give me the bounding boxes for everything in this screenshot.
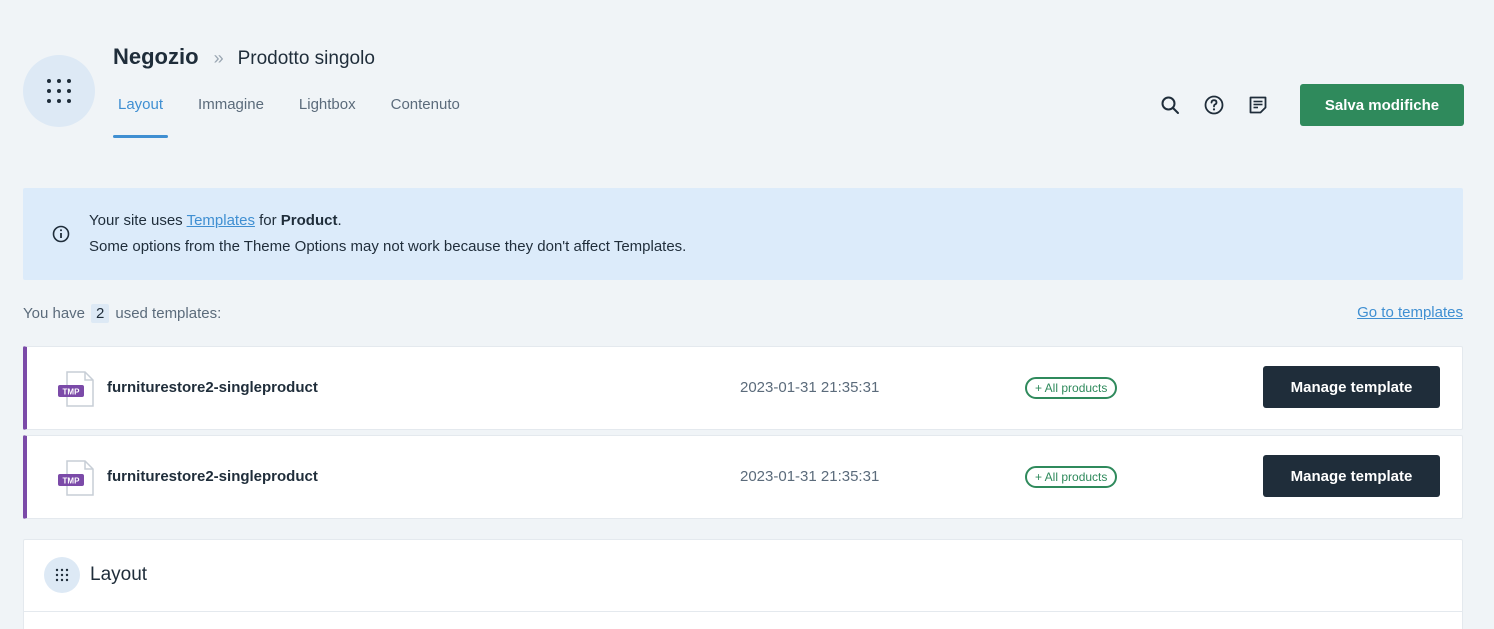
section-divider (24, 611, 1462, 612)
notice-bold-text: Product (280, 212, 338, 229)
notice-text: for (254, 212, 281, 229)
template-row: TMP furniturestore2-singleproduct 2023-0… (23, 435, 1463, 519)
breadcrumb-separator: » (213, 48, 224, 68)
notice-line-1: Your site uses Templates for Product. (89, 212, 342, 229)
template-file-icon: TMP (58, 460, 94, 496)
templates-summary: You have 2 used templates: (23, 304, 221, 323)
grid-dots-icon (55, 568, 69, 582)
go-to-templates-link[interactable]: Go to templates (1357, 304, 1463, 321)
templates-count-badge: 2 (91, 304, 110, 323)
template-date: 2023-01-31 21:35:31 (740, 468, 880, 485)
tab-lightbox[interactable]: Lightbox (294, 92, 361, 138)
template-scope-badge: + All products (1025, 377, 1118, 399)
template-file-badge: TMP (63, 477, 81, 486)
notes-icon[interactable] (1247, 94, 1269, 116)
tab-immagine[interactable]: Immagine (193, 92, 269, 138)
layout-section: Layout (23, 539, 1463, 629)
template-scope-badge: + All products (1025, 466, 1118, 488)
save-button[interactable]: Salva modifiche (1300, 84, 1464, 126)
notice-text: Your site uses (89, 212, 187, 229)
templates-link[interactable]: Templates (187, 212, 255, 229)
notice-text: . (337, 212, 342, 229)
summary-prefix: You have (23, 305, 86, 322)
template-name: furniturestore2-singleproduct (107, 379, 318, 396)
grid-dots-icon (47, 79, 71, 103)
tab-layout[interactable]: Layout (113, 92, 169, 138)
search-icon[interactable] (1159, 94, 1181, 116)
breadcrumb: Negozio » Prodotto singolo (113, 44, 375, 70)
tab-bar: Layout Immagine Lightbox Contenuto (113, 92, 490, 138)
page-title: Prodotto singolo (237, 48, 375, 69)
section-title: Layout (90, 564, 148, 585)
tab-contenuto[interactable]: Contenuto (386, 92, 465, 138)
info-icon (52, 225, 70, 243)
template-date: 2023-01-31 21:35:31 (740, 379, 880, 396)
breadcrumb-root[interactable]: Negozio (113, 44, 199, 70)
notice-line-2: Some options from the Theme Options may … (89, 238, 687, 255)
template-row: TMP furniturestore2-singleproduct 2023-0… (23, 346, 1463, 430)
manage-template-button[interactable]: Manage template (1263, 366, 1440, 408)
help-circle-icon[interactable] (1203, 94, 1225, 116)
templates-notice: Your site uses Templates for Product. So… (23, 188, 1463, 280)
template-name: furniturestore2-singleproduct (107, 468, 318, 485)
section-icon (44, 557, 80, 593)
app-icon (23, 55, 95, 127)
manage-template-button[interactable]: Manage template (1263, 455, 1440, 497)
summary-suffix: used templates: (115, 305, 222, 322)
template-file-icon: TMP (58, 371, 94, 407)
template-file-badge: TMP (63, 388, 81, 397)
